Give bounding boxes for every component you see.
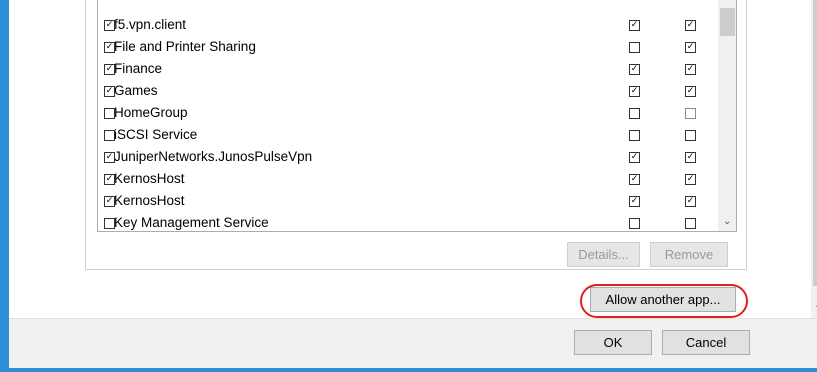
app-row[interactable]: f5.vpn.client xyxy=(98,14,718,36)
dialog-content: Key Management Service KernosHost KernosHo… xyxy=(9,0,817,318)
app-name: KernosHost xyxy=(114,171,185,186)
ok-button[interactable]: OK xyxy=(574,330,652,355)
private-checkbox[interactable] xyxy=(629,152,640,163)
public-checkbox[interactable] xyxy=(685,20,696,31)
app-name: Key Management Service xyxy=(114,215,269,230)
app-name: JuniperNetworks.JunosPulseVpn xyxy=(114,149,313,164)
private-checkbox[interactable] xyxy=(629,42,640,53)
app-name: Finance xyxy=(114,61,163,76)
public-checkbox[interactable] xyxy=(685,174,696,185)
app-name: HomeGroup xyxy=(114,105,188,120)
public-checkbox[interactable] xyxy=(685,196,696,207)
private-checkbox[interactable] xyxy=(629,64,640,75)
remove-button[interactable]: Remove xyxy=(650,242,728,267)
public-checkbox[interactable] xyxy=(685,130,696,141)
private-checkbox[interactable] xyxy=(629,130,640,141)
app-row[interactable]: Key Management Service xyxy=(98,212,718,231)
cancel-button[interactable]: Cancel xyxy=(662,330,750,355)
private-checkbox[interactable] xyxy=(629,218,640,229)
public-checkbox[interactable] xyxy=(685,218,696,229)
app-row[interactable]: KernosHost xyxy=(98,190,718,212)
app-name: KernosHost xyxy=(114,193,185,208)
app-row[interactable]: HomeGroup xyxy=(98,102,718,124)
chevron-down-icon[interactable]: ⌄ xyxy=(723,216,731,227)
app-name: File and Printer Sharing xyxy=(114,39,256,54)
page-scrollbar-thumb[interactable] xyxy=(813,0,817,286)
window-frame-bottom xyxy=(0,368,817,372)
private-checkbox[interactable] xyxy=(629,20,640,31)
app-name: f5.vpn.client xyxy=(114,17,187,32)
app-row[interactable]: Finance xyxy=(98,58,718,80)
window-frame-left xyxy=(0,0,9,372)
private-checkbox[interactable] xyxy=(629,196,640,207)
public-checkbox[interactable] xyxy=(685,42,696,53)
highlight-circle xyxy=(580,284,748,318)
page-scrollbar[interactable]: ⌄ xyxy=(811,0,817,318)
private-checkbox[interactable] xyxy=(629,86,640,97)
public-checkbox[interactable] xyxy=(685,86,696,97)
private-checkbox[interactable] xyxy=(629,108,640,119)
public-checkbox[interactable] xyxy=(685,108,696,119)
app-row[interactable]: iSCSI Service xyxy=(98,124,718,146)
list-scrollbar[interactable]: ⌄ xyxy=(718,0,736,231)
details-button[interactable]: Details... xyxy=(567,242,640,267)
private-checkbox[interactable] xyxy=(629,174,640,185)
app-row[interactable]: JuniperNetworks.JunosPulseVpn xyxy=(98,146,718,168)
app-row[interactable]: Games xyxy=(98,80,718,102)
app-name: iSCSI Service xyxy=(114,127,198,142)
app-row[interactable]: KernosHost xyxy=(98,168,718,190)
allowed-apps-list[interactable]: Key Management Service KernosHost KernosHo… xyxy=(97,0,737,232)
app-name: Games xyxy=(114,83,158,98)
public-checkbox[interactable] xyxy=(685,64,696,75)
public-checkbox[interactable] xyxy=(685,152,696,163)
list-scrollbar-thumb[interactable] xyxy=(720,8,735,36)
app-row[interactable]: File and Printer Sharing xyxy=(98,36,718,58)
